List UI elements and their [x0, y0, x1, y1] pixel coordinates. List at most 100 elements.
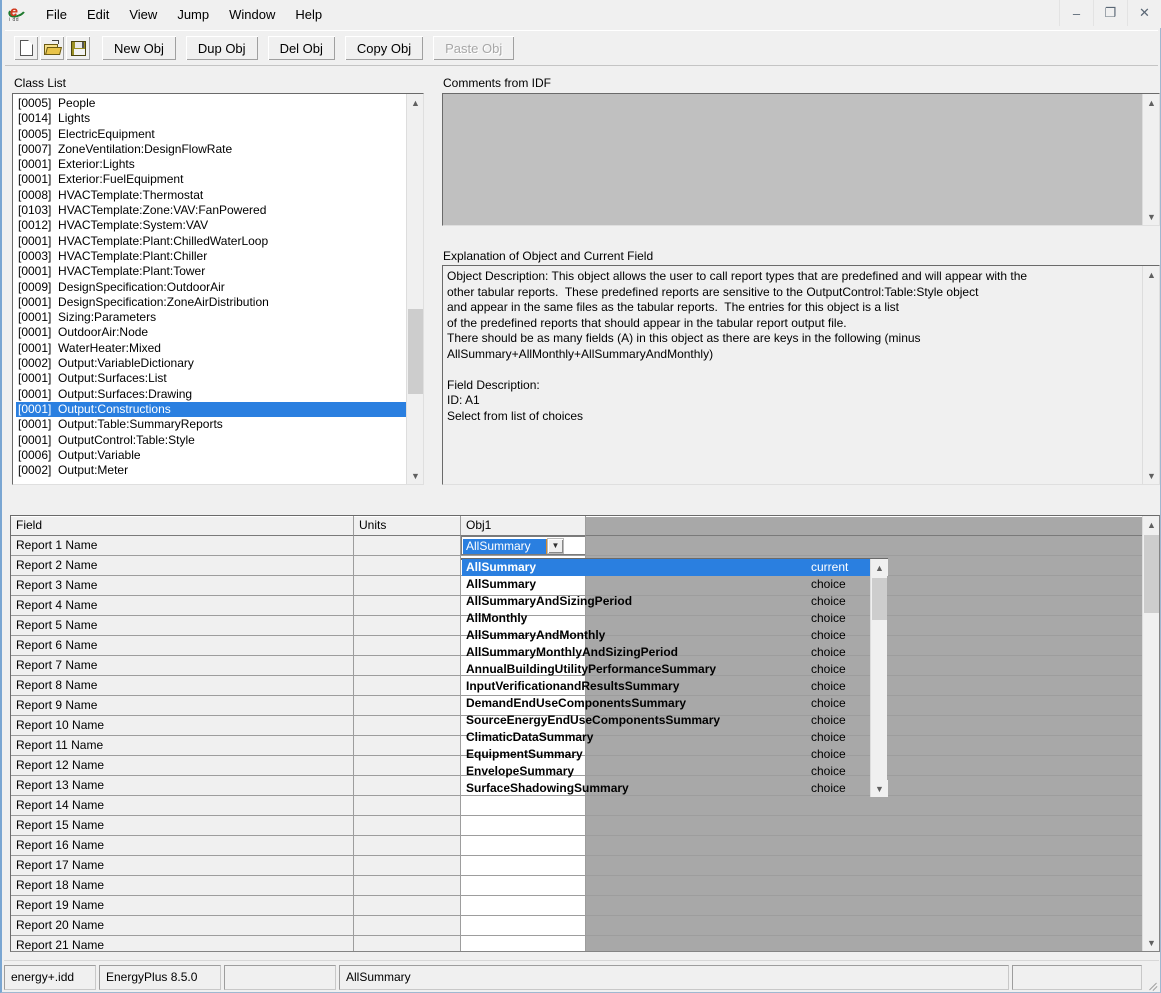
dropdown-option[interactable]: ClimaticDataSummary choice	[462, 729, 870, 746]
column-header-field[interactable]: Field	[11, 516, 354, 536]
class-list-item[interactable]: [0001] OutdoorAir:Node	[16, 325, 406, 340]
minimize-button[interactable]: –	[1059, 0, 1093, 26]
obj1-cell[interactable]	[461, 836, 586, 856]
table-row[interactable]: Report 1 Name AllSummary ▼	[11, 536, 1142, 556]
table-row[interactable]: Report 18 Name	[11, 876, 1142, 896]
table-row[interactable]: Report 17 Name	[11, 856, 1142, 876]
close-button[interactable]: ✕	[1127, 0, 1161, 26]
scroll-down-icon[interactable]: ▼	[407, 467, 423, 484]
scroll-down-icon[interactable]: ▼	[1143, 934, 1159, 951]
class-list-item[interactable]: [0001] Exterior:Lights	[16, 157, 406, 172]
dropdown-option[interactable]: InputVerificationandResultsSummary choice	[462, 678, 870, 695]
dropdown-option[interactable]: EquipmentSummary choice	[462, 746, 870, 763]
scrollbar-thumb[interactable]	[872, 578, 887, 620]
menu-item-file[interactable]: File	[36, 4, 77, 25]
dropdown-option[interactable]: DemandEndUseComponentsSummary choice	[462, 695, 870, 712]
dropdown-option[interactable]: AllSummary choice	[462, 576, 870, 593]
class-list-item[interactable]: [0006] Output:Variable	[16, 448, 406, 463]
class-list-item[interactable]: [0002] Output:Meter	[16, 463, 406, 478]
class-list-item[interactable]: [0001] Output:Surfaces:List	[16, 371, 406, 386]
scroll-up-icon[interactable]: ▲	[407, 94, 423, 111]
new-file-button[interactable]	[13, 35, 39, 61]
obj1-cell[interactable]	[461, 896, 586, 916]
dropdown-option[interactable]: SourceEnergyEndUseComponentsSummary choic…	[462, 712, 870, 729]
scrollbar-thumb[interactable]	[1144, 535, 1159, 613]
dropdown-option[interactable]: AllSummaryMonthlyAndSizingPeriod choice	[462, 644, 870, 661]
dropdown-option[interactable]: AllSummaryAndMonthly choice	[462, 627, 870, 644]
scroll-down-icon[interactable]: ▼	[1143, 467, 1159, 484]
dropdown-option[interactable]: SurfaceShadowingSummary choice	[462, 780, 870, 797]
dropdown-option[interactable]: AllSummaryAndSizingPeriod choice	[462, 593, 870, 610]
table-row[interactable]: Report 21 Name	[11, 936, 1142, 951]
resize-grip[interactable]	[1145, 976, 1159, 991]
class-list-item[interactable]: [0001] HVACTemplate:Plant:ChilledWaterLo…	[16, 234, 406, 249]
class-list-item[interactable]: [0001] OutputControl:Table:Style	[16, 433, 406, 448]
class-list-scrollbar[interactable]: ▲ ▼	[406, 94, 423, 484]
class-list-item[interactable]: [0005] ElectricEquipment	[16, 127, 406, 142]
dropdown-option[interactable]: AllMonthly choice	[462, 610, 870, 627]
class-list-item[interactable]: [0001] Exterior:FuelEquipment	[16, 172, 406, 187]
obj1-cell[interactable]	[461, 796, 586, 816]
class-list-item[interactable]: [0002] Output:VariableDictionary	[16, 356, 406, 371]
obj1-combobox-cell[interactable]: AllSummary ▼	[461, 536, 586, 556]
class-list-item[interactable]: [0001] Output:Surfaces:Drawing	[16, 387, 406, 402]
explanation-scrollbar[interactable]: ▲ ▼	[1142, 266, 1159, 484]
obj1-cell[interactable]	[461, 936, 586, 951]
table-row[interactable]: Report 19 Name	[11, 896, 1142, 916]
menu-item-window[interactable]: Window	[219, 4, 285, 25]
class-list-item[interactable]: [0001] Output:Table:SummaryReports	[16, 417, 406, 432]
scroll-up-icon[interactable]: ▲	[1143, 94, 1159, 111]
menu-item-view[interactable]: View	[119, 4, 167, 25]
report-name-combobox[interactable]: AllSummary ▼	[461, 536, 585, 555]
obj1-cell[interactable]	[461, 856, 586, 876]
restore-button[interactable]: ❐	[1093, 0, 1127, 26]
scroll-up-icon[interactable]: ▲	[1143, 516, 1159, 533]
class-list-item[interactable]: [0001] Output:Constructions	[16, 401, 406, 418]
scroll-down-icon[interactable]: ▼	[1143, 208, 1159, 225]
save-file-button[interactable]	[65, 35, 91, 61]
comments-scrollbar[interactable]: ▲ ▼	[1142, 94, 1159, 225]
class-list-panel[interactable]: [0005] People [0014] Lights [0005] Electri…	[12, 93, 424, 485]
dropdown-option[interactable]: AllSummary current	[462, 559, 870, 576]
class-list[interactable]: [0005] People [0014] Lights [0005] Electri…	[13, 94, 406, 484]
new-obj-button[interactable]: New Obj	[101, 35, 177, 61]
menu-item-edit[interactable]: Edit	[77, 4, 119, 25]
dropdown-scrollbar[interactable]: ▲ ▼	[870, 559, 888, 797]
scroll-up-icon[interactable]: ▲	[871, 559, 888, 576]
class-list-item[interactable]: [0001] WaterHeater:Mixed	[16, 341, 406, 356]
class-list-item[interactable]: [0001] HVACTemplate:Plant:Tower	[16, 264, 406, 279]
class-list-item[interactable]: [0001] Sizing:Parameters	[16, 310, 406, 325]
class-list-item[interactable]: [0005] People	[16, 96, 406, 111]
comments-textarea[interactable]: ▲ ▼	[442, 93, 1160, 226]
open-file-button[interactable]	[39, 35, 65, 61]
dropdown-option[interactable]: EnvelopeSummary choice	[462, 763, 870, 780]
table-row[interactable]: Report 14 Name	[11, 796, 1142, 816]
explanation-textarea[interactable]: Object Description: This object allows t…	[442, 265, 1160, 485]
field-grid-scrollbar[interactable]: ▲ ▼	[1142, 516, 1159, 951]
dup-obj-button[interactable]: Dup Obj	[184, 35, 259, 61]
dropdown-option[interactable]: AnnualBuildingUtilityPerformanceSummary c…	[462, 661, 870, 678]
class-list-item[interactable]: [0003] HVACTemplate:Plant:Chiller	[16, 249, 406, 264]
copy-obj-button[interactable]: Copy Obj	[343, 35, 425, 61]
table-row[interactable]: Report 15 Name	[11, 816, 1142, 836]
column-header-obj1[interactable]: Obj1	[461, 516, 586, 536]
class-list-item[interactable]: [0103] HVACTemplate:Zone:VAV:FanPowered	[16, 203, 406, 218]
column-header-units[interactable]: Units	[354, 516, 461, 536]
dropdown-option-list[interactable]: AllSummary current AllSummary choice AllSumm…	[462, 559, 870, 797]
class-list-item[interactable]: [0009] DesignSpecification:OutdoorAir	[16, 280, 406, 295]
chevron-down-icon[interactable]: ▼	[547, 537, 564, 554]
obj1-cell[interactable]	[461, 816, 586, 836]
menu-item-help[interactable]: Help	[285, 4, 332, 25]
del-obj-button[interactable]: Del Obj	[266, 35, 336, 61]
scrollbar-thumb[interactable]	[408, 309, 423, 394]
class-list-item[interactable]: [0007] ZoneVentilation:DesignFlowRate	[16, 142, 406, 157]
menu-item-jump[interactable]: Jump	[167, 4, 219, 25]
class-list-item[interactable]: [0001] DesignSpecification:ZoneAirDistri…	[16, 295, 406, 310]
class-list-item[interactable]: [0012] HVACTemplate:System:VAV	[16, 218, 406, 233]
choice-dropdown-popup[interactable]: AllSummary current AllSummary choice AllSumm…	[461, 558, 888, 797]
scroll-up-icon[interactable]: ▲	[1143, 266, 1159, 283]
class-list-item[interactable]: [0008] HVACTemplate:Thermostat	[16, 188, 406, 203]
class-list-item[interactable]: [0014] Lights	[16, 111, 406, 126]
combobox-value[interactable]: AllSummary	[463, 538, 547, 554]
table-row[interactable]: Report 16 Name	[11, 836, 1142, 856]
